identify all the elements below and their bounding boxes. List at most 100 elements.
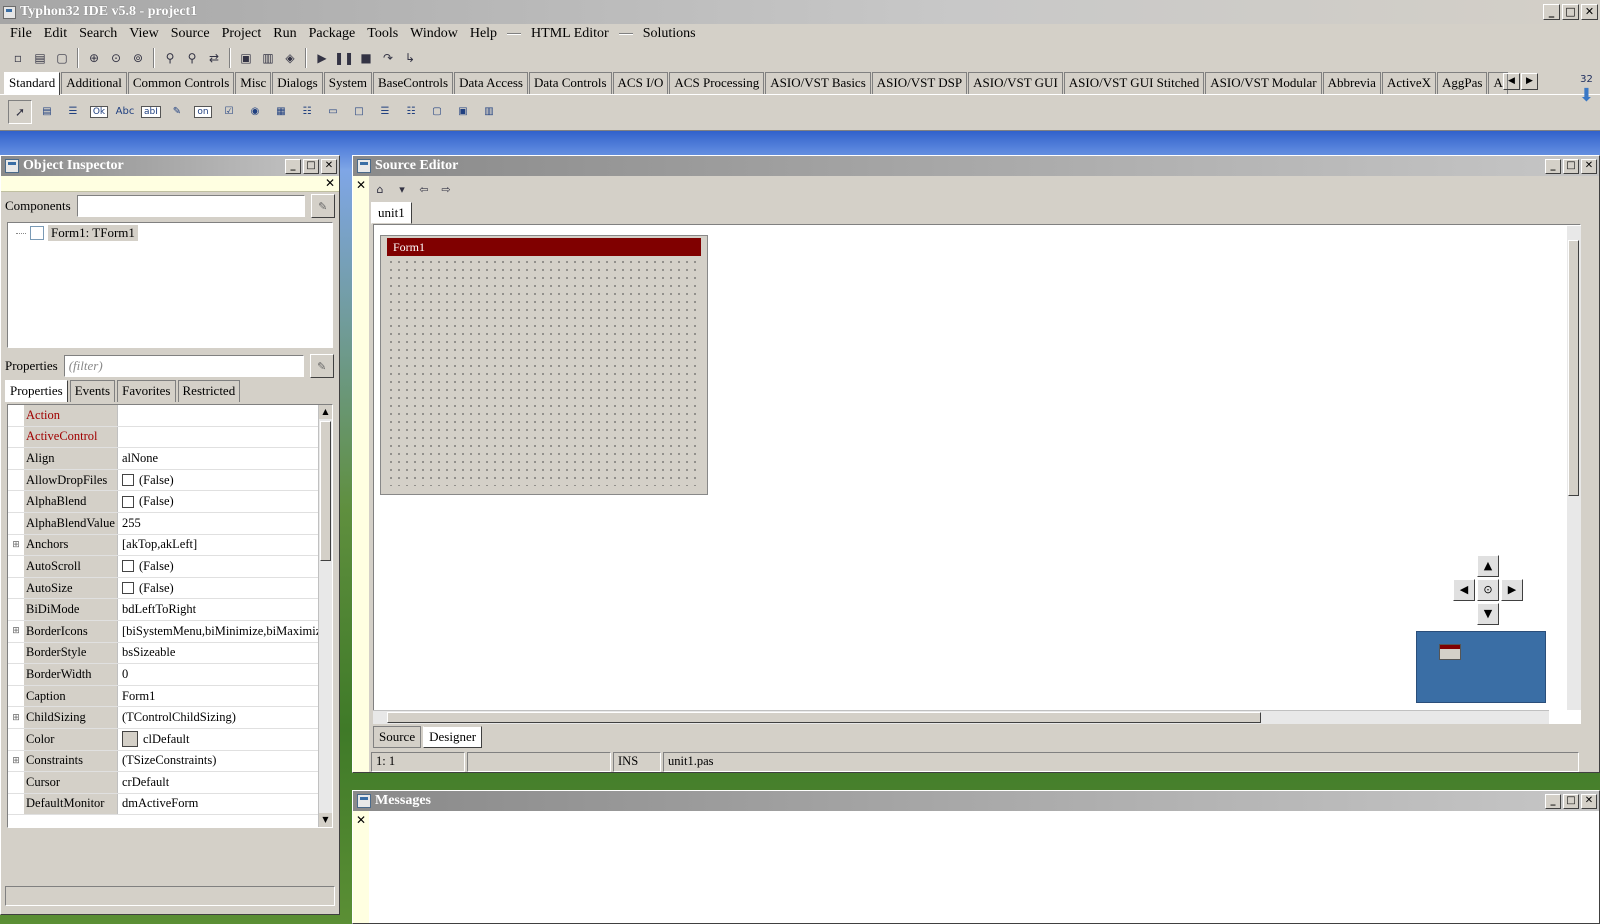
expand-icon[interactable]: ⊞ xyxy=(8,756,24,766)
scrollbar-icon[interactable]: ▭ xyxy=(322,101,344,123)
tab-unit1[interactable]: unit1 xyxy=(371,202,412,224)
property-row-cursor[interactable]: Cursor crDefault xyxy=(8,772,332,794)
palette-tab-asio-vst-dsp[interactable]: ASIO/VST DSP xyxy=(871,72,968,94)
properties-filter-button[interactable]: ✎ xyxy=(309,354,334,378)
property-value[interactable]: (False) xyxy=(118,581,318,596)
expand-icon[interactable]: ⊞ xyxy=(8,626,24,636)
radiogroup-icon[interactable]: ☰ xyxy=(374,101,396,123)
home-icon[interactable]: ⌂ xyxy=(371,180,389,198)
button-icon[interactable]: Ok xyxy=(88,101,110,123)
new-form-icon[interactable]: ▤ xyxy=(30,48,50,68)
designer-form-caption[interactable]: Form1 xyxy=(387,238,701,256)
property-row-autoscroll[interactable]: AutoScroll (False) xyxy=(8,556,332,578)
find-icon[interactable]: ⚲ xyxy=(160,48,180,68)
jump-forward-icon[interactable]: ⇨ xyxy=(437,180,455,198)
property-value[interactable]: (False) xyxy=(118,473,318,488)
nav-center-icon[interactable]: ⊙ xyxy=(1477,579,1499,601)
menu-solutions[interactable]: Solutions xyxy=(637,26,702,42)
oi-hint-close-icon[interactable]: ✕ xyxy=(325,176,335,190)
checkbox-icon[interactable] xyxy=(122,582,134,595)
property-row-bidimode[interactable]: BiDiMode bdLeftToRight xyxy=(8,599,332,621)
scroll-thumb[interactable] xyxy=(387,712,1261,723)
run-icon[interactable]: ▶ xyxy=(312,48,332,68)
frame-icon[interactable]: ▣ xyxy=(452,101,474,123)
property-row-align[interactable]: Align alNone xyxy=(8,448,332,470)
messages-list[interactable]: ✕ xyxy=(353,811,1599,923)
property-value[interactable]: (False) xyxy=(118,559,318,574)
property-value[interactable]: bdLeftToRight xyxy=(118,602,318,617)
property-value[interactable]: dmActiveForm xyxy=(118,796,318,811)
tab-events[interactable]: Events xyxy=(69,380,116,402)
designer-horizontal-scrollbar[interactable] xyxy=(373,710,1549,724)
oi-minimize-button[interactable]: _ xyxy=(285,158,301,174)
oi-maximize-button[interactable]: □ xyxy=(303,158,319,174)
designer-form-grid[interactable] xyxy=(387,258,701,486)
palette-tab-system[interactable]: System xyxy=(323,72,373,94)
popup-menu-icon[interactable]: ☰ xyxy=(62,101,84,123)
tab-designer[interactable]: Designer xyxy=(423,726,483,748)
chevron-down-icon[interactable]: ▾ xyxy=(393,180,411,198)
palette-scroll-left-button[interactable]: ◀ xyxy=(1503,73,1520,90)
save-all-icon[interactable]: ⊚ xyxy=(128,48,148,68)
step-into-icon[interactable]: ↳ xyxy=(400,48,420,68)
property-row-anchors[interactable]: ⊞ Anchors [akTop,akLeft] xyxy=(8,534,332,557)
property-value[interactable]: crDefault xyxy=(118,775,318,790)
menu-search[interactable]: Search xyxy=(73,26,123,42)
tab-source[interactable]: Source xyxy=(373,726,422,748)
palette-tab-asio-vst-basics[interactable]: ASIO/VST Basics xyxy=(765,72,871,94)
checkgroup-icon[interactable]: ☷ xyxy=(400,101,422,123)
find-next-icon[interactable]: ⚲ xyxy=(182,48,202,68)
component-tree[interactable]: Form1: TForm1 xyxy=(7,222,333,348)
menu-edit[interactable]: Edit xyxy=(38,26,73,42)
palette-tab-asio-vst-modular[interactable]: ASIO/VST Modular xyxy=(1205,72,1322,94)
property-value[interactable]: clDefault xyxy=(118,731,318,748)
property-value[interactable]: (TSizeConstraints) xyxy=(118,753,318,768)
palette-tab-dialogs[interactable]: Dialogs xyxy=(272,72,323,94)
palette-tab-activex[interactable]: ActiveX xyxy=(1381,72,1436,94)
palette-tab-aggpas[interactable]: AggPas xyxy=(1436,72,1488,94)
select-pointer-icon[interactable]: ➚ xyxy=(8,99,32,124)
property-row-autosize[interactable]: AutoSize (False) xyxy=(8,577,332,600)
label-icon[interactable]: Abc xyxy=(114,101,136,123)
property-row-color[interactable]: Color clDefault xyxy=(8,728,332,751)
step-over-icon[interactable]: ↷ xyxy=(378,48,398,68)
nav-right-icon[interactable]: ▶ xyxy=(1501,579,1523,601)
menu-help[interactable]: Help xyxy=(464,26,503,42)
property-row-action[interactable]: Action xyxy=(8,405,332,427)
checkbox-icon[interactable]: ☑ xyxy=(218,101,240,123)
palette-tab-acs-processing[interactable]: ACS Processing xyxy=(669,72,765,94)
main-menu-icon[interactable]: ▤ xyxy=(36,101,58,123)
palette-tab-data-access[interactable]: Data Access xyxy=(454,72,528,94)
color-swatch-icon[interactable] xyxy=(122,731,138,748)
msg-maximize-button[interactable]: □ xyxy=(1563,793,1579,809)
menu-run[interactable]: Run xyxy=(267,26,302,42)
scroll-up-arrow-icon[interactable]: ▲ xyxy=(319,405,332,419)
menu-view[interactable]: View xyxy=(123,26,164,42)
properties-filter-input[interactable]: (filter) xyxy=(63,355,304,377)
designer-vertical-scrollbar[interactable] xyxy=(1567,226,1581,710)
property-row-defaultmonitor[interactable]: DefaultMonitor dmActiveForm xyxy=(8,793,332,816)
menu-source[interactable]: Source xyxy=(165,26,216,42)
property-value[interactable]: (TControlChildSizing) xyxy=(118,710,318,725)
view-forms-icon[interactable]: ▥ xyxy=(258,48,278,68)
palette-tab-basecontrols[interactable]: BaseControls xyxy=(373,72,454,94)
msg-minimize-button[interactable]: _ xyxy=(1545,793,1561,809)
property-row-alphablend[interactable]: AlphaBlend (False) xyxy=(8,491,332,513)
listbox-icon[interactable]: ▦ xyxy=(270,101,292,123)
palette-scroll-right-button[interactable]: ▶ xyxy=(1521,73,1538,90)
property-value[interactable]: (False) xyxy=(118,494,318,509)
palette-tab-data-controls[interactable]: Data Controls xyxy=(528,72,612,94)
download-arrow-icon[interactable]: ⬇ xyxy=(1579,85,1594,106)
panel-icon[interactable]: ▢ xyxy=(426,101,448,123)
stop-icon[interactable]: ■ xyxy=(356,48,376,68)
checkbox-icon[interactable] xyxy=(122,474,134,487)
property-value[interactable]: [biSystemMenu,biMinimize,biMaximiz xyxy=(118,624,318,639)
property-row-borderstyle[interactable]: BorderStyle bsSizeable xyxy=(8,642,332,665)
msg-close-button[interactable]: ✕ xyxy=(1581,793,1597,809)
edit-icon[interactable]: abI xyxy=(140,101,162,123)
palette-tab-common-controls[interactable]: Common Controls xyxy=(127,72,235,94)
se-minimize-button[interactable]: _ xyxy=(1545,158,1561,174)
tab-favorites[interactable]: Favorites xyxy=(117,380,176,402)
scroll-thumb[interactable] xyxy=(320,421,331,561)
nav-down-icon[interactable]: ▼ xyxy=(1477,603,1499,625)
